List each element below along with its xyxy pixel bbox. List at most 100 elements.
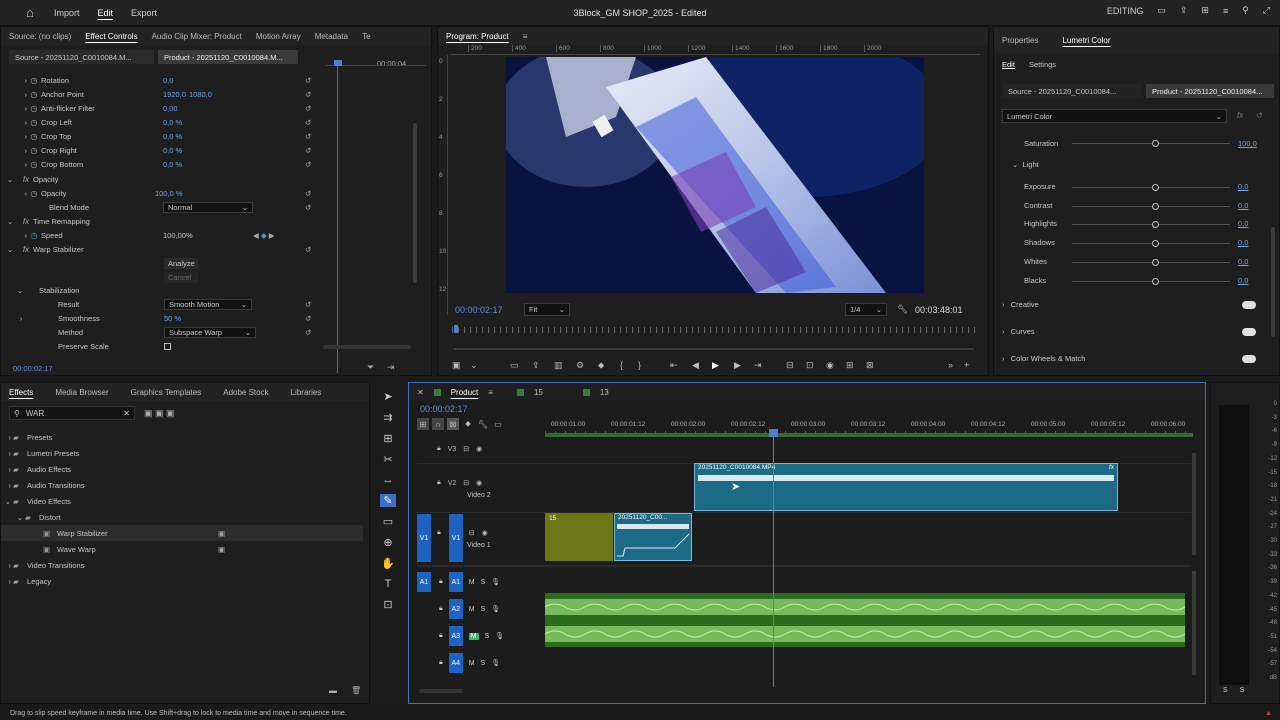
play-icon[interactable]: ▶ [712, 360, 734, 371]
selection-tool-icon[interactable]: ➤ [383, 390, 392, 403]
expand-icon[interactable]: › [1, 132, 28, 141]
step-back-icon[interactable]: ◀ [692, 360, 712, 371]
lumetri-slider[interactable] [1072, 221, 1230, 229]
tab-adobe-stock[interactable]: Adobe Stock [223, 388, 268, 397]
home-icon[interactable]: ⌂ [26, 5, 42, 20]
reset-icon[interactable]: ↺ [305, 300, 311, 309]
lumetri-slider[interactable] [1072, 240, 1230, 248]
eye-icon[interactable]: ◉ [482, 529, 488, 537]
ripple-edit-icon[interactable]: ⊞ [383, 432, 392, 445]
eye-icon[interactable]: ◉ [476, 479, 482, 487]
quick-export-icon[interactable]: ⇪ [1180, 5, 1188, 16]
light-section[interactable]: ⌄ Light [1012, 160, 1039, 169]
timeline-playhead[interactable] [773, 431, 774, 687]
analyze-button[interactable]: Analyze [164, 258, 198, 269]
solo-left[interactable]: S [1223, 687, 1228, 694]
tab-source[interactable]: Source: (no clips) [9, 32, 71, 41]
linked-selection-icon[interactable]: ⊠ [447, 418, 459, 430]
clear-icon[interactable]: ✕ [123, 409, 130, 418]
creative-section[interactable]: › Creative [1002, 300, 1039, 309]
monitor-playhead[interactable] [454, 325, 458, 333]
panel-menu-icon[interactable]: ≡ [523, 32, 528, 41]
expand-icon[interactable]: › [1, 104, 28, 113]
warp-section[interactable]: ⌄ fx Warp Stabilizer ↺ [1, 242, 331, 256]
reset-icon[interactable]: ↺ [305, 203, 311, 212]
microphone-icon[interactable]: 🎙︎ [491, 659, 500, 667]
clip-v2[interactable]: 20251120_C0010084.MP4 fx ➤ [694, 463, 1118, 511]
preserve-scale-checkbox[interactable] [164, 342, 171, 350]
video-frame[interactable] [506, 57, 924, 293]
lumetri-scrollbar[interactable] [1271, 227, 1275, 337]
expand-icon[interactable]: › [1, 160, 28, 169]
speed-ramp-graph[interactable] [615, 530, 691, 560]
timeline-zoom-scrollbar[interactable] [419, 689, 463, 693]
effects-tree-item[interactable]: ▣ Warp Stabilizer ▣ [1, 525, 363, 541]
stopwatch-icon[interactable]: ◷ [27, 104, 41, 113]
lock-icon[interactable]: 🔒︎ [439, 632, 443, 640]
mute-button[interactable]: M [469, 606, 475, 613]
blend-mode-select[interactable]: Normal ⌄ [163, 201, 253, 213]
source-patch[interactable] [417, 626, 431, 646]
audio-tracks-scrollbar[interactable] [1192, 571, 1196, 675]
product-clip-chip[interactable]: Product - 20251120_C0010084.M... [158, 50, 298, 64]
go-to-out-icon[interactable]: ⇥ [754, 360, 786, 371]
compare-icon[interactable]: ▥ [554, 360, 576, 371]
tab-text[interactable]: Te [362, 32, 370, 41]
ec-zoom-scrollbar[interactable] [323, 345, 411, 349]
speed-keyframe-bar[interactable] [698, 475, 1114, 481]
sync-icon[interactable]: ⊟ [463, 479, 469, 487]
expand-icon[interactable]: › [1, 76, 28, 85]
tab-sequence-15[interactable]: 15 [534, 388, 543, 397]
mark-out-icon[interactable]: } [638, 360, 670, 370]
sync-icon[interactable]: ⊟ [469, 529, 475, 537]
reset-icon[interactable]: ↺ [305, 90, 311, 99]
eye-icon[interactable]: ◉ [476, 445, 482, 453]
ec-timecode[interactable]: 00:00:02:17 [13, 364, 53, 373]
reset-icon[interactable]: ↺ [305, 189, 311, 198]
lumetri-slider[interactable] [1072, 202, 1230, 210]
tab-effects[interactable]: Effects [9, 388, 33, 397]
nest-icon[interactable]: ⊞ [417, 418, 429, 430]
rectangle-icon[interactable]: ▭ [383, 515, 393, 528]
microphone-icon[interactable]: 🎙︎ [491, 605, 500, 613]
lock-icon[interactable]: 🔒︎ [439, 659, 443, 667]
lumetri-slider-value[interactable]: 0,0 [1238, 238, 1248, 247]
razor-icon[interactable]: ✂ [383, 453, 392, 466]
saturation-value[interactable]: 100,0 [1238, 139, 1257, 148]
reset-icon[interactable]: ↺ [305, 104, 311, 113]
audio-clip-a2-a3[interactable] [544, 593, 1186, 647]
close-icon[interactable]: ✕ [417, 388, 424, 397]
track-select-icon[interactable]: ⇉ [383, 411, 392, 424]
reset-icon[interactable]: ↺ [305, 146, 311, 155]
insert-icon[interactable]: ⊟ [786, 360, 806, 371]
solo-button[interactable]: S [485, 633, 490, 640]
lumetri-product-chip[interactable]: Product - 20251120_C0010084... [1146, 84, 1274, 98]
snap-icon[interactable]: ∩ [432, 418, 444, 430]
add-icon[interactable]: + [964, 360, 976, 370]
lumetri-slider[interactable] [1072, 184, 1230, 191]
effects-tree-item[interactable]: ▣ Wave Warp ▣ [1, 541, 363, 557]
warning-icon[interactable]: ▲ [1265, 710, 1272, 717]
marker-icon[interactable]: ⬥ [598, 360, 620, 371]
stopwatch-icon[interactable]: ◷ [27, 118, 41, 127]
menu-export[interactable]: Export [131, 8, 157, 18]
camera-icon[interactable]: ◉ [826, 360, 846, 371]
color-wheels-toggle[interactable] [1242, 355, 1256, 363]
effects-tree-item[interactable]: › ▰ Audio Effects [1, 461, 363, 477]
curves-section[interactable]: › Curves [1002, 327, 1035, 336]
audio-track-id[interactable]: A4 [448, 653, 463, 673]
microphone-icon[interactable]: 🎙︎ [491, 578, 500, 586]
export-icon[interactable]: ⇥ [387, 362, 395, 373]
creative-toggle[interactable] [1242, 301, 1256, 309]
effects-tree-item[interactable]: › ▰ Legacy [1, 573, 363, 589]
clip-v1-product[interactable]: 20251120_C00... [614, 513, 692, 561]
solo-right[interactable]: S [1240, 687, 1245, 694]
fullscreen-icon[interactable]: ⤢ [1263, 5, 1270, 16]
captions-icon[interactable]: ⊡ [383, 598, 392, 611]
result-select[interactable]: Smooth Motion ⌄ [164, 298, 252, 310]
source-patch-v1[interactable]: V1 [417, 514, 431, 562]
filter-icon[interactable]: ⏷ [367, 362, 374, 373]
audio-track-id[interactable]: A1 [448, 572, 463, 592]
monitor-icon[interactable]: ▭ [510, 360, 532, 371]
lumetri-slider[interactable] [1072, 258, 1230, 266]
